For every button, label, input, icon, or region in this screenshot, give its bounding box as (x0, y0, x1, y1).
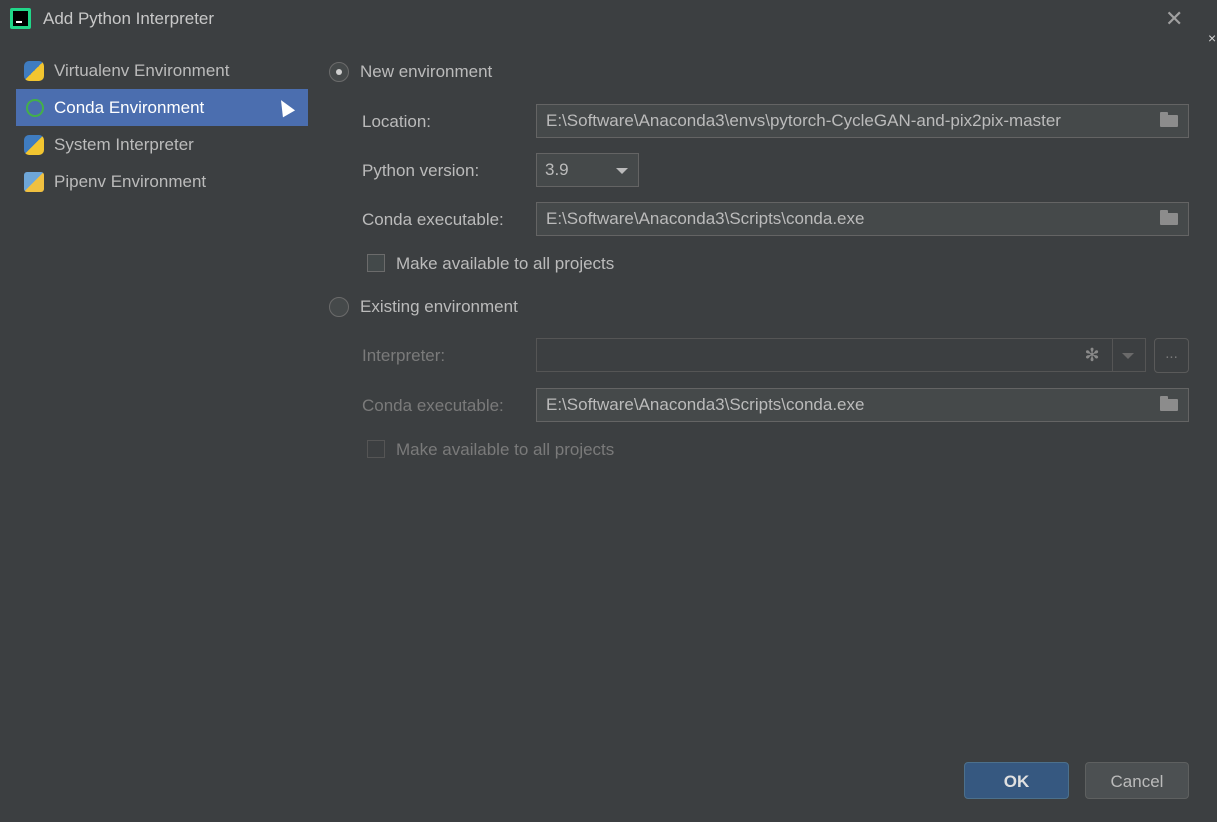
pycharm-logo-icon (10, 8, 31, 29)
python-version-label: Python version: (362, 161, 480, 180)
existing-make-available-label: Make available to all projects (396, 440, 615, 459)
interpreter-dropdown-button[interactable] (1112, 338, 1146, 372)
python-icon (24, 135, 44, 155)
sidebar-item-label: Conda Environment (54, 97, 205, 117)
sidebar-item-virtualenv[interactable]: Virtualenv Environment (16, 52, 308, 89)
python-version-value: 3.9 (545, 160, 569, 179)
close-icon[interactable]: ✕ (1165, 6, 1183, 32)
conda-icon (26, 99, 44, 117)
existing-make-available-checkbox[interactable] (367, 440, 385, 458)
sidebar-item-conda[interactable]: Conda Environment (16, 89, 308, 126)
chevron-down-icon (1122, 353, 1134, 359)
loading-spinner-icon: ✻ (1084, 345, 1100, 365)
folder-icon[interactable] (1160, 112, 1178, 127)
chevron-down-icon (616, 168, 628, 174)
existing-conda-executable-value: E:\Software\Anaconda3\Scripts\conda.exe (546, 395, 865, 414)
sidebar-item-label: Virtualenv Environment (54, 60, 230, 80)
browse-interpreter-button[interactable]: ... (1154, 338, 1189, 373)
python-icon (24, 61, 44, 81)
conda-executable-value: E:\Software\Anaconda3\Scripts\conda.exe (546, 209, 865, 228)
make-available-label: Make available to all projects (396, 254, 615, 273)
existing-conda-executable-field[interactable]: E:\Software\Anaconda3\Scripts\conda.exe (536, 388, 1189, 422)
location-label: Location: (362, 112, 431, 131)
dialog-title: Add Python Interpreter (43, 9, 215, 28)
existing-environment-label: Existing environment (360, 297, 518, 316)
make-available-checkbox[interactable] (367, 254, 385, 272)
location-field[interactable]: E:\Software\Anaconda3\envs\pytorch-Cycle… (536, 104, 1189, 138)
interpreter-label: Interpreter: (362, 346, 446, 365)
sidebar-item-label: System Interpreter (54, 134, 194, 154)
interpreter-field[interactable] (536, 338, 1146, 372)
existing-conda-executable-label: Conda executable: (362, 396, 504, 415)
ok-button[interactable]: OK (964, 762, 1069, 799)
conda-executable-label: Conda executable: (362, 210, 504, 229)
background-close-icon: × (1208, 30, 1217, 46)
title-bar: Add Python Interpreter ✕ × (0, 0, 1217, 46)
cancel-button[interactable]: Cancel (1085, 762, 1189, 799)
sidebar-item-pipenv[interactable]: Pipenv Environment (16, 163, 308, 200)
location-value: E:\Software\Anaconda3\envs\pytorch-Cycle… (546, 111, 1061, 130)
python-version-select[interactable]: 3.9 (536, 153, 639, 187)
sidebar-item-label: Pipenv Environment (54, 171, 207, 191)
folder-icon[interactable] (1160, 210, 1178, 225)
sidebar-item-system-interpreter[interactable]: System Interpreter (16, 126, 308, 163)
new-environment-label: New environment (360, 62, 493, 81)
existing-environment-radio[interactable] (329, 297, 349, 317)
folder-icon[interactable] (1160, 396, 1178, 411)
pipenv-icon (24, 172, 44, 192)
environment-type-list: Virtualenv Environment Conda Environment… (16, 52, 308, 200)
conda-executable-field[interactable]: E:\Software\Anaconda3\Scripts\conda.exe (536, 202, 1189, 236)
new-environment-radio[interactable] (329, 62, 349, 82)
